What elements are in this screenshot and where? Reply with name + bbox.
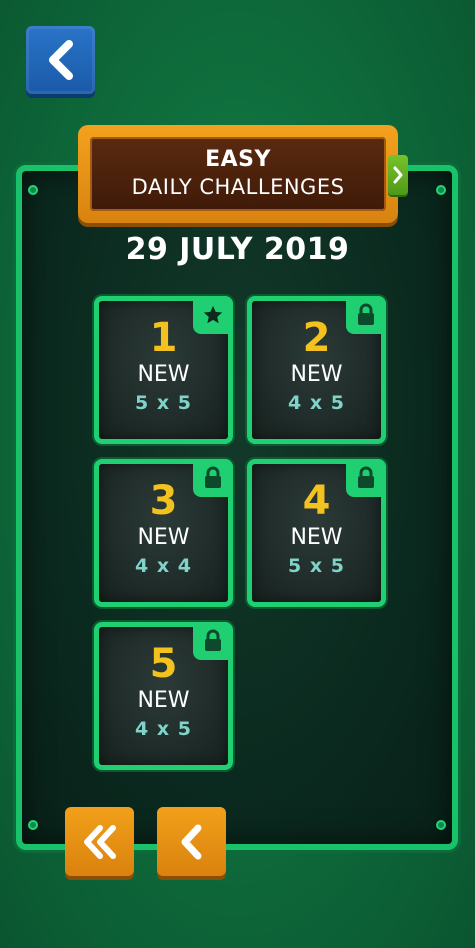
challenge-number: 3 bbox=[149, 478, 178, 524]
badge-corner bbox=[193, 296, 233, 334]
badge-corner bbox=[346, 459, 386, 497]
rivet bbox=[436, 820, 446, 830]
mode-plaque: EASY DAILY CHALLENGES bbox=[78, 125, 398, 223]
challenge-tile-2[interactable]: 2 NEW 4 x 5 bbox=[247, 296, 386, 444]
challenge-number: 5 bbox=[149, 641, 178, 687]
chevron-left-icon bbox=[181, 824, 201, 859]
chevron-right-icon bbox=[393, 166, 403, 184]
challenge-date: 29 JULY 2019 bbox=[125, 232, 350, 267]
lock-icon bbox=[205, 629, 221, 651]
first-page-button[interactable] bbox=[65, 807, 134, 876]
rivet bbox=[28, 185, 38, 195]
previous-page-button[interactable] bbox=[157, 807, 226, 876]
challenge-tile-1[interactable]: 1 NEW 5 x 5 bbox=[94, 296, 233, 444]
challenge-number: 1 bbox=[149, 315, 178, 361]
double-chevron-left-icon bbox=[83, 824, 116, 859]
lock-icon bbox=[358, 303, 374, 325]
challenge-size: 4 x 4 bbox=[135, 554, 192, 577]
badge-corner bbox=[193, 459, 233, 497]
challenge-status: NEW bbox=[137, 525, 190, 550]
difficulty-title: EASY bbox=[205, 147, 271, 173]
challenge-number: 4 bbox=[302, 478, 331, 524]
challenge-tile-3[interactable]: 3 NEW 4 x 4 bbox=[94, 459, 233, 607]
challenge-size: 4 x 5 bbox=[288, 391, 345, 414]
challenge-size: 5 x 5 bbox=[288, 554, 345, 577]
challenge-board bbox=[16, 165, 458, 850]
challenge-status: NEW bbox=[137, 688, 190, 713]
challenge-number: 2 bbox=[302, 315, 331, 361]
challenge-status: NEW bbox=[290, 362, 343, 387]
challenge-size: 4 x 5 bbox=[135, 717, 192, 740]
badge-corner bbox=[193, 622, 233, 660]
rivet bbox=[28, 820, 38, 830]
badge-corner bbox=[346, 296, 386, 334]
star-icon bbox=[203, 305, 223, 324]
next-mode-button[interactable] bbox=[388, 155, 408, 195]
chevron-left-icon bbox=[48, 40, 73, 80]
challenge-tile-4[interactable]: 4 NEW 5 x 5 bbox=[247, 459, 386, 607]
mode-plaque-inner: EASY DAILY CHALLENGES bbox=[90, 137, 386, 211]
challenge-size: 5 x 5 bbox=[135, 391, 192, 414]
lock-icon bbox=[358, 466, 374, 488]
challenge-status: NEW bbox=[137, 362, 190, 387]
challenge-tile-5[interactable]: 5 NEW 4 x 5 bbox=[94, 622, 233, 770]
rivet bbox=[436, 185, 446, 195]
back-button[interactable] bbox=[26, 26, 95, 94]
mode-subtitle: DAILY CHALLENGES bbox=[131, 174, 345, 199]
lock-icon bbox=[205, 466, 221, 488]
challenge-status: NEW bbox=[290, 525, 343, 550]
